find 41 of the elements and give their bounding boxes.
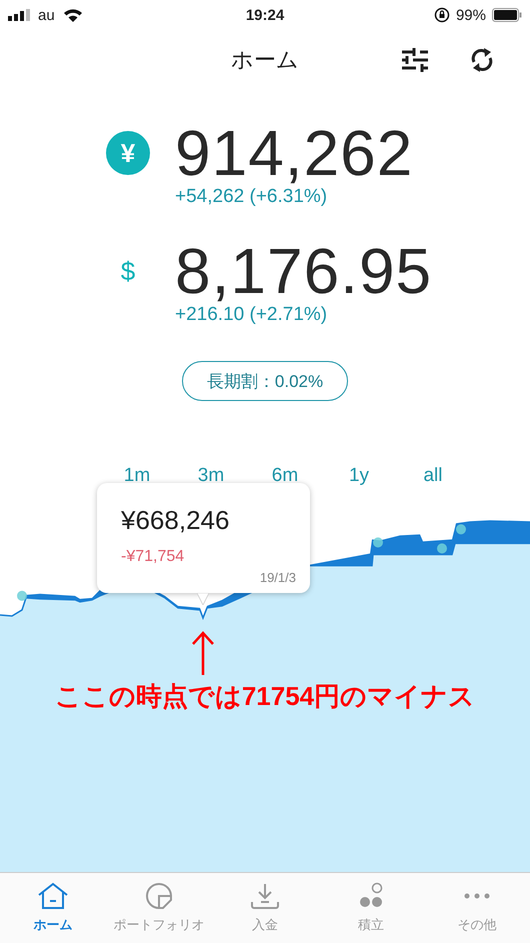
- pie-chart-icon: [145, 882, 173, 910]
- home-icon: [37, 882, 69, 910]
- range-tab[interactable]: 1m: [100, 461, 174, 491]
- tooltip-change: -¥71,754: [121, 548, 184, 566]
- balance-amount: 914,262: [175, 120, 414, 186]
- dollar-sign: $: [120, 254, 136, 288]
- tooltip-value: ¥668,246: [121, 505, 230, 536]
- page-title: ホーム: [231, 46, 299, 74]
- range-tab[interactable]: all: [396, 461, 470, 491]
- chart-point: [373, 537, 383, 548]
- battery-percent: 99%: [456, 6, 486, 24]
- download-icon: [250, 882, 280, 910]
- balance-change: +54,262 (+6.31%): [175, 186, 328, 207]
- tab-bar-item[interactable]: 積立: [318, 873, 424, 943]
- annotation-text: ここの時点では71754円のマイナス: [54, 680, 476, 713]
- tab-bar-item[interactable]: その他: [424, 873, 530, 943]
- range-tab[interactable]: 6m: [248, 461, 322, 491]
- filter-sliders-icon[interactable]: [402, 48, 428, 72]
- tooltip-date: 19/1/3: [260, 570, 296, 585]
- balance-amount: 8,176.95: [175, 238, 432, 304]
- dots-cluster-icon: [357, 882, 385, 910]
- range-tab[interactable]: 1y: [322, 461, 396, 491]
- yen-badge: ¥: [106, 131, 150, 175]
- chart-point: [17, 590, 27, 601]
- signal-icon: [8, 9, 30, 21]
- annotation-arrow: [191, 631, 215, 675]
- rotation-lock-icon: [434, 7, 450, 23]
- range-tab[interactable]: 3m: [174, 461, 248, 491]
- more-icon: [463, 893, 491, 899]
- battery-icon: [492, 8, 522, 22]
- wifi-icon: [62, 8, 83, 22]
- tab-bar-item[interactable]: ポートフォリオ: [106, 873, 212, 943]
- chart-point: [437, 543, 447, 554]
- carrier-name: au: [38, 6, 55, 24]
- refresh-icon[interactable]: [470, 47, 494, 73]
- tab-bar-item[interactable]: ホーム: [0, 873, 106, 943]
- tab-bar-item[interactable]: 入金: [212, 873, 318, 943]
- status-time: 19:24: [246, 6, 284, 24]
- chart-point: [456, 524, 466, 534]
- discount-badge: 長期割：0.02%: [182, 361, 348, 401]
- balance-change: +216.10 (+2.71%): [175, 304, 328, 325]
